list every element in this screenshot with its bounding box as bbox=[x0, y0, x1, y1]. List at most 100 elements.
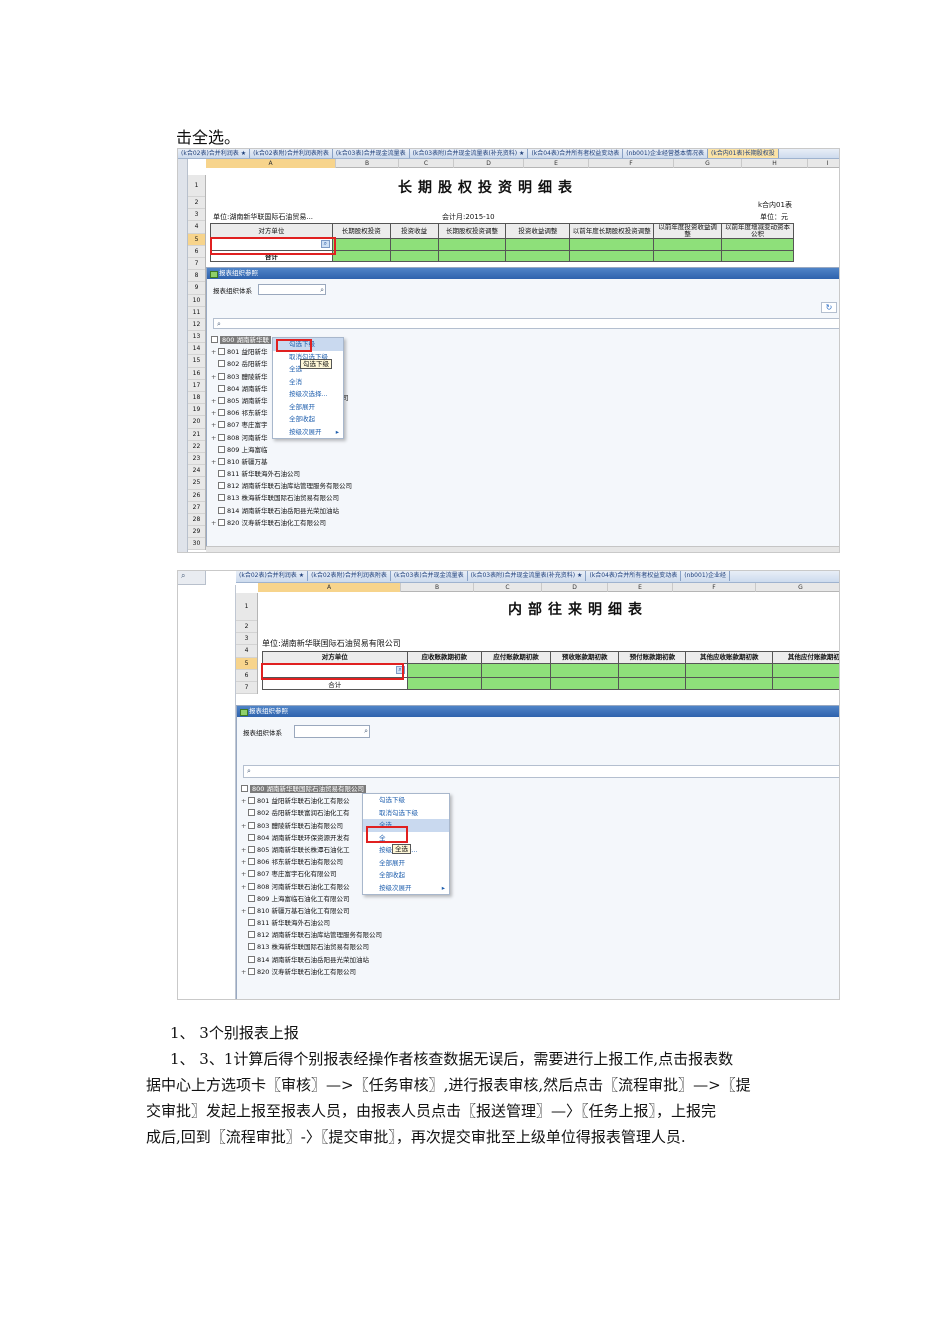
search-icon[interactable]: ⌕ bbox=[320, 286, 324, 294]
data-cell[interactable] bbox=[653, 238, 723, 251]
tree-node[interactable]: +820 汉寿新华联石油化工有限公司 bbox=[241, 966, 382, 978]
column-header[interactable]: D bbox=[454, 159, 524, 168]
row-number[interactable]: 23 bbox=[188, 453, 205, 466]
checkbox[interactable] bbox=[218, 494, 225, 502]
checkbox[interactable] bbox=[248, 845, 255, 853]
row-number[interactable]: 21 bbox=[188, 429, 205, 441]
tree-node[interactable]: +808 河南新华联石油化工有限公 bbox=[241, 881, 382, 893]
checkbox[interactable] bbox=[218, 482, 225, 490]
menu-item-collapse-all[interactable]: 全部收起 bbox=[273, 413, 343, 426]
menu-item-select-all[interactable]: 全选 bbox=[363, 819, 449, 832]
menu-item-collapse-all[interactable]: 全部收起 bbox=[363, 869, 449, 882]
tree-node[interactable]: 812 湖南新华联石油库站管理服务有限公司 bbox=[211, 480, 352, 492]
column-header[interactable]: F bbox=[673, 583, 756, 592]
checkbox[interactable] bbox=[218, 433, 225, 441]
counterparty-input[interactable]: ⌕ bbox=[210, 238, 333, 251]
data-cell[interactable] bbox=[437, 238, 507, 251]
horizontal-scrollbar[interactable] bbox=[206, 546, 839, 552]
tree-node[interactable]: +810 新疆万基 bbox=[211, 456, 352, 468]
tab-report[interactable]: (k合02表)合并利润表 ★ bbox=[236, 571, 309, 581]
tree-node[interactable]: +807 枣庄富宇石化有限公司 bbox=[241, 868, 382, 880]
row-number[interactable]: 17 bbox=[188, 380, 205, 392]
tab-report[interactable]: (k合03表)合并现金流量表 bbox=[333, 149, 410, 158]
column-header[interactable]: G bbox=[756, 583, 839, 592]
tree-node[interactable]: 812 湖南新华联石油库站管理服务有限公司 bbox=[241, 929, 382, 941]
row-number[interactable]: 2 bbox=[188, 197, 205, 210]
tab-report[interactable]: (k合03表)合并现金流量表 bbox=[391, 571, 468, 581]
row-number[interactable]: 1 bbox=[188, 175, 205, 197]
tree-node[interactable]: 814 湖南新华联石油岳阳县光荣加油站 bbox=[241, 954, 382, 966]
tab-report[interactable]: (k合02表)合并利润表 ★ bbox=[178, 149, 251, 158]
menu-item-expand-all[interactable]: 全部展开 bbox=[363, 857, 449, 870]
tree-node[interactable]: 814 湖南新华联石油岳阳县光荣加油站 bbox=[211, 505, 352, 517]
column-header[interactable]: H bbox=[742, 159, 808, 168]
column-header[interactable]: G bbox=[674, 159, 742, 168]
tree-node[interactable]: +806 祁东新华联石油有限公司 bbox=[241, 856, 382, 868]
tab-report[interactable]: (k合04表)合并所有者权益变动表 bbox=[528, 149, 624, 158]
checkbox[interactable] bbox=[218, 421, 225, 429]
row-number[interactable]: 25 bbox=[188, 477, 205, 490]
menu-item-expand-all[interactable]: 全部展开 bbox=[273, 401, 343, 414]
checkbox[interactable] bbox=[218, 384, 225, 392]
tree-node[interactable]: +810 新疆万基石油化工有限公司 bbox=[241, 905, 382, 917]
checkbox[interactable] bbox=[248, 797, 255, 805]
checkbox[interactable] bbox=[211, 336, 218, 343]
column-header[interactable]: F bbox=[589, 159, 674, 168]
checkbox[interactable] bbox=[218, 518, 225, 526]
row-number[interactable]: 5 bbox=[188, 233, 205, 246]
tree-search-input[interactable]: ⌕ bbox=[213, 318, 839, 329]
data-cell[interactable] bbox=[406, 663, 482, 678]
tab-report[interactable]: (k合02表附)合并利润表附表 bbox=[308, 571, 391, 581]
tab-report[interactable]: (k合04表)合并所有者权益变动表 bbox=[586, 571, 682, 581]
tab-report[interactable]: (k合03表附)合并现金流量表(补充资料) ★ bbox=[468, 571, 587, 581]
row-number[interactable]: 30 bbox=[188, 538, 205, 551]
tab-report[interactable]: (nb001)企业经营基本情况表 bbox=[623, 149, 708, 158]
checkbox[interactable] bbox=[248, 943, 255, 951]
row-number[interactable]: 5 bbox=[236, 657, 257, 670]
tree-node[interactable]: 811 新华联海外石油公司 bbox=[241, 917, 382, 929]
tab-report-active[interactable]: (k合内01表)长期股权投 bbox=[707, 149, 779, 158]
checkbox[interactable] bbox=[248, 833, 255, 841]
checkbox[interactable] bbox=[218, 396, 225, 404]
column-header[interactable]: B bbox=[401, 583, 474, 592]
column-header[interactable]: E bbox=[608, 583, 673, 592]
checkbox[interactable] bbox=[248, 894, 255, 902]
column-header[interactable]: C bbox=[474, 583, 542, 592]
tree-node[interactable]: 813 株海新华联国际石油贸易有限公司 bbox=[241, 941, 382, 953]
row-number[interactable]: 10 bbox=[188, 295, 205, 307]
column-header[interactable]: D bbox=[542, 583, 608, 592]
tree-node[interactable]: +820 汉寿新华联石油化工有限公司 bbox=[211, 517, 352, 529]
row-number[interactable]: 4 bbox=[236, 645, 257, 658]
data-cell[interactable] bbox=[505, 238, 571, 251]
checkbox[interactable] bbox=[218, 372, 225, 380]
tree-node[interactable]: +801 益阳新华联石油化工有限公 bbox=[241, 795, 382, 807]
org-system-select[interactable]: ⌕ bbox=[258, 284, 326, 295]
data-cell[interactable] bbox=[331, 238, 391, 251]
checkbox[interactable] bbox=[218, 457, 225, 465]
tree-node[interactable]: 813 株海新华联国际石油贸易有限公司 bbox=[211, 492, 352, 504]
checkbox[interactable] bbox=[248, 809, 255, 817]
menu-item-select-by-level[interactable]: 按级次选择... bbox=[273, 388, 343, 401]
checkbox[interactable] bbox=[248, 821, 255, 829]
search-icon[interactable]: ⌕ bbox=[364, 727, 368, 735]
checkbox[interactable] bbox=[218, 348, 225, 356]
column-header[interactable]: C bbox=[399, 159, 454, 168]
row-number[interactable]: 12 bbox=[188, 319, 205, 332]
row-number[interactable]: 11 bbox=[188, 307, 205, 319]
row-number[interactable]: 19 bbox=[188, 404, 205, 417]
data-cell[interactable] bbox=[480, 663, 552, 678]
row-number[interactable]: 6 bbox=[188, 246, 205, 258]
tree-search-input[interactable]: ⌕ bbox=[243, 765, 839, 778]
row-number[interactable]: 14 bbox=[188, 343, 205, 356]
column-header[interactable]: A bbox=[258, 583, 401, 592]
tree-node[interactable]: 804 湖南新华联环保资源开发有 bbox=[241, 832, 382, 844]
row-number[interactable]: 24 bbox=[188, 465, 205, 478]
tab-report[interactable]: (k合02表附)合并利润表附表 bbox=[250, 149, 333, 158]
row-number[interactable]: 28 bbox=[188, 514, 205, 527]
column-header[interactable]: E bbox=[524, 159, 589, 168]
checkbox[interactable] bbox=[218, 360, 225, 368]
checkbox[interactable] bbox=[218, 506, 225, 514]
counterparty-input[interactable]: ⌕ bbox=[262, 663, 408, 678]
menu-item-check-children[interactable]: 勾选下级 bbox=[273, 338, 343, 351]
checkbox[interactable] bbox=[248, 967, 255, 975]
